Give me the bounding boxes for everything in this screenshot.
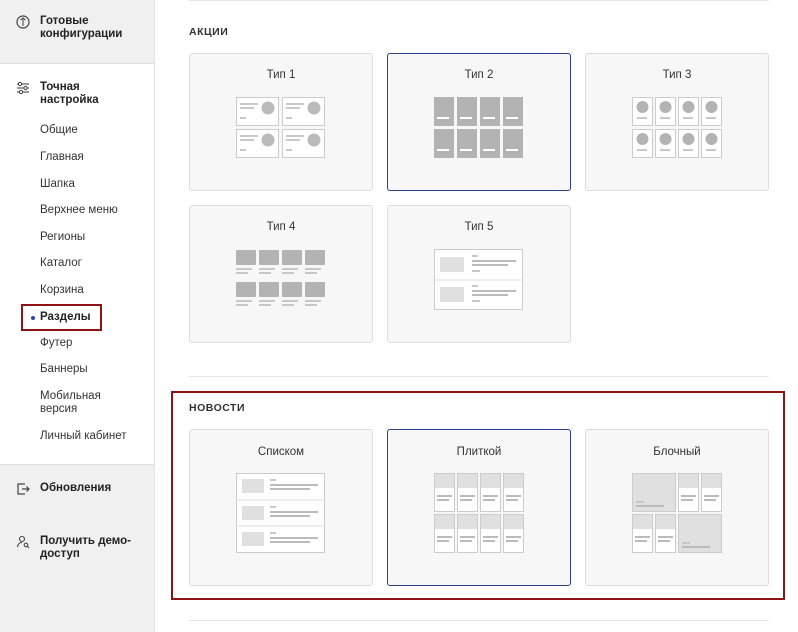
sidebar-item-footer[interactable]: Футер [40, 337, 72, 350]
type2-preview [434, 97, 523, 158]
news-card-blocks[interactable]: Блочный [585, 429, 769, 586]
sidebar-item-main[interactable]: Главная [40, 151, 84, 164]
sidebar-item-header[interactable]: Шапка [40, 178, 75, 191]
news-section-title: НОВОСТИ [189, 402, 246, 414]
promo-card-type4[interactable]: Тип 4 [189, 205, 373, 343]
card-label: Списком [257, 446, 305, 458]
section-divider [189, 376, 769, 377]
active-item-dot [31, 316, 35, 320]
sliders-icon [17, 81, 29, 95]
type5-preview [434, 249, 523, 310]
sidebar-item-general[interactable]: Общие [40, 124, 78, 137]
type1-preview [236, 97, 325, 158]
card-label: Плиткой [456, 446, 502, 458]
card-label: Тип 2 [464, 69, 494, 81]
updates-label[interactable]: Обновления [40, 482, 111, 495]
sidebar-item-regions[interactable]: Регионы [40, 231, 85, 244]
promo-section-title: АКЦИИ [189, 26, 229, 38]
promo-card-type5[interactable]: Тип 5 [387, 205, 571, 343]
config-icon [16, 15, 30, 29]
sidebar: Готовые конфигурации Точная настройка Об… [0, 0, 155, 632]
user-key-icon [16, 535, 30, 549]
news-card-tiles[interactable]: Плиткой [387, 429, 571, 586]
card-label: Тип 4 [266, 221, 296, 233]
card-label: Блочный [653, 446, 701, 458]
ready-configs-block[interactable]: Готовые конфигурации [0, 0, 154, 64]
list-preview [236, 473, 325, 553]
type3-preview [632, 97, 722, 158]
sidebar-item-cart[interactable]: Корзина [40, 284, 84, 297]
promo-card-type2[interactable]: Тип 2 [387, 53, 571, 191]
promo-card-type3[interactable]: Тип 3 [585, 53, 769, 191]
tiles-preview [434, 473, 524, 553]
top-divider [189, 0, 769, 1]
blocks-preview [632, 473, 722, 553]
sidebar-item-sections[interactable]: Разделы [40, 311, 91, 324]
updates-icon [17, 483, 30, 495]
card-label: Тип 1 [266, 69, 296, 81]
sidebar-item-mobile[interactable]: Мобильная версия [40, 390, 120, 416]
sidebar-bottom-block: Обновления Получить демо-доступ [0, 464, 154, 632]
sidebar-item-banners[interactable]: Баннеры [40, 363, 88, 376]
sidebar-item-account[interactable]: Личный кабинет [40, 430, 127, 443]
promo-card-type1[interactable]: Тип 1 [189, 53, 373, 191]
card-label: Тип 3 [662, 69, 692, 81]
bottom-divider [189, 620, 769, 621]
type4-preview [236, 250, 325, 306]
fine-tuning-label[interactable]: Точная настройка [40, 81, 130, 107]
card-label: Тип 5 [464, 221, 494, 233]
demo-access-label[interactable]: Получить демо-доступ [40, 535, 145, 561]
sidebar-item-top-menu[interactable]: Верхнее меню [40, 204, 118, 217]
sidebar-item-catalog[interactable]: Каталог [40, 257, 82, 270]
ready-configs-label[interactable]: Готовые конфигурации [40, 15, 140, 41]
news-card-list[interactable]: Списком [189, 429, 373, 586]
